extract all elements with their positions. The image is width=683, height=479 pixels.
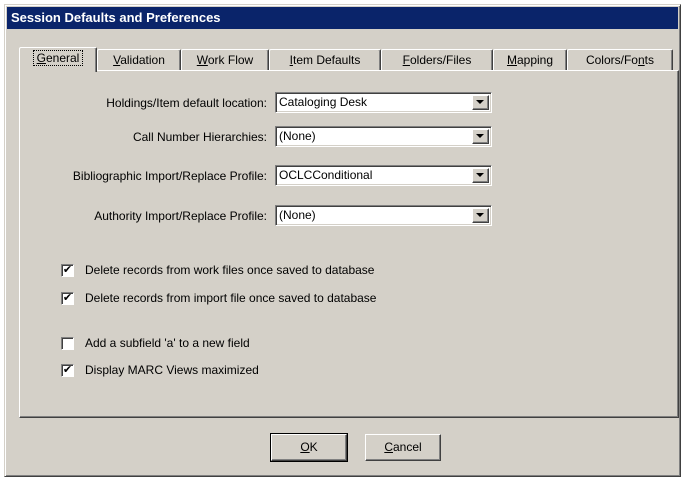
bib-import-profile-select[interactable]: OCLCConditional (275, 165, 492, 186)
call-number-hierarchies-select[interactable]: (None) (275, 126, 492, 147)
tab-strip: General Validation Work Flow Item Defaul… (19, 47, 679, 72)
call-number-hierarchies-value: (None) (279, 129, 316, 143)
tab-general[interactable]: General (19, 47, 97, 72)
holdings-location-label: Holdings/Item default location: (106, 96, 267, 110)
checkbox-check-icon[interactable]: ✔ (61, 292, 74, 305)
authority-import-profile-select[interactable]: (None) (275, 205, 492, 226)
tab-validation-label: Validation (113, 53, 165, 67)
tab-work-flow[interactable]: Work Flow (181, 49, 269, 71)
tab-mapping[interactable]: Mapping (493, 49, 567, 71)
cancel-button-label: Cancel (384, 440, 422, 454)
call-number-hierarchies-label: Call Number Hierarchies: (132, 130, 267, 144)
tab-general-label: General (32, 50, 84, 66)
general-tab-panel: Holdings/Item default location: Catalogi… (19, 70, 679, 418)
dropdown-arrow-icon[interactable] (472, 129, 489, 144)
tab-folders-files-label: Folders/Files (402, 53, 472, 67)
bib-import-profile-label: Bibliographic Import/Replace Profile: (72, 169, 267, 183)
display-marc-maximized-label: Display MARC Views maximized (85, 363, 259, 377)
tab-item-defaults[interactable]: Item Defaults (269, 49, 381, 71)
cancel-button[interactable]: Cancel (365, 434, 441, 461)
tab-mapping-label: Mapping (506, 53, 554, 67)
authority-import-profile-value: (None) (279, 208, 316, 222)
dropdown-arrow-icon[interactable] (472, 168, 489, 183)
delete-work-files-label: Delete records from work files once save… (85, 263, 375, 277)
tab-validation[interactable]: Validation (97, 49, 181, 71)
holdings-location-select[interactable]: Cataloging Desk (275, 92, 492, 113)
tab-colors-fonts[interactable]: Colors/Fonts (567, 49, 673, 71)
ok-button-label: OK (300, 440, 318, 454)
dialog-window: Session Defaults and Preferences General… (4, 4, 681, 477)
holdings-location-value: Cataloging Desk (279, 95, 368, 109)
title-bar: Session Defaults and Preferences (7, 7, 678, 29)
delete-import-file-label: Delete records from import file once sav… (85, 291, 377, 305)
dropdown-arrow-icon[interactable] (472, 95, 489, 110)
checkbox-check-icon[interactable]: ✔ (61, 264, 74, 277)
bib-import-profile-value: OCLCConditional (279, 168, 373, 182)
tab-work-flow-label: Work Flow (196, 53, 254, 67)
dropdown-arrow-icon[interactable] (472, 208, 489, 223)
add-subfield-a-label: Add a subfield 'a' to a new field (85, 336, 250, 350)
checkbox-check-icon[interactable]: ✔ (61, 364, 74, 377)
tab-folders-files[interactable]: Folders/Files (381, 49, 493, 71)
window-title: Session Defaults and Preferences (11, 10, 221, 25)
tab-colors-fonts-label: Colors/Fonts (585, 53, 655, 67)
ok-button[interactable]: OK (270, 433, 348, 462)
authority-import-profile-label: Authority Import/Replace Profile: (94, 209, 267, 223)
checkbox-check-icon[interactable] (61, 337, 74, 350)
tab-item-defaults-label: Item Defaults (289, 53, 361, 67)
